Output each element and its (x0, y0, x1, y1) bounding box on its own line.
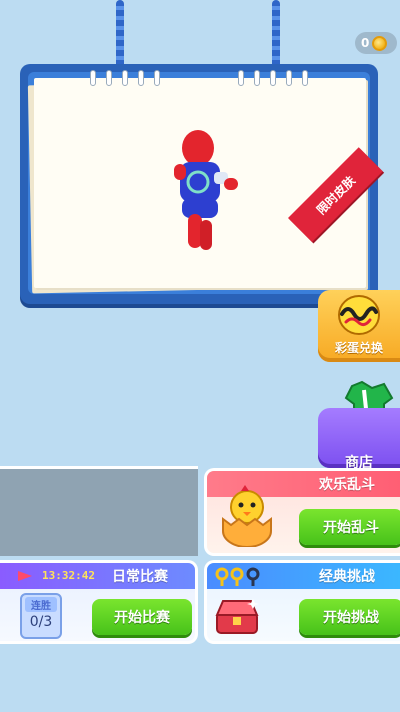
scribble-egg-icon (338, 295, 380, 335)
treasure-chest-icon (215, 599, 259, 634)
classic-challenge-card: 经典挑战 开始挑战 (204, 560, 400, 644)
win-streak-box: 连胜 0/3 (20, 593, 62, 639)
binder-ring (270, 70, 276, 86)
flag-icon (18, 571, 32, 581)
daily-match-card: 13:32:42 日常比赛 连胜 0/3 开始比赛 (0, 560, 198, 644)
shop-button[interactable]: 商店 (318, 408, 400, 471)
chick-egg-icon (222, 485, 272, 547)
binder-ring (238, 70, 244, 86)
binder-ring (90, 70, 96, 86)
party-mode-title: 欢乐乱斗 (319, 477, 375, 493)
gold-coin-icon (372, 35, 388, 51)
keys-icon (215, 567, 260, 586)
coin-count: 0 (361, 36, 370, 50)
start-challenge-button[interactable]: 开始挑战 (299, 599, 400, 635)
binder-ring (154, 70, 160, 86)
win-streak-count: 0/3 (29, 614, 53, 630)
daily-timer: 13:32:42 (42, 569, 95, 582)
empty-slot-panel (0, 466, 198, 556)
egg-exchange-label: 彩蛋兑换 (334, 341, 383, 355)
classic-challenge-title: 经典挑战 (319, 569, 375, 585)
binder-ring (106, 70, 112, 86)
binder-ring (122, 70, 128, 86)
start-party-button[interactable]: 开始乱斗 (299, 509, 400, 545)
daily-match-title: 日常比赛 (112, 569, 168, 585)
binder-ring (254, 70, 260, 86)
binder-ring (138, 70, 144, 86)
coin-balance: 0 (355, 32, 397, 54)
binder-ring (302, 70, 308, 86)
party-mode-card: 欢乐乱斗 开始乱斗 (204, 468, 400, 556)
binder-ring (286, 70, 292, 86)
character-preview[interactable] (168, 128, 248, 268)
win-streak-label: 连胜 (25, 597, 57, 612)
start-match-button[interactable]: 开始比赛 (92, 599, 192, 635)
egg-exchange-button[interactable]: 彩蛋兑换 (318, 290, 400, 362)
